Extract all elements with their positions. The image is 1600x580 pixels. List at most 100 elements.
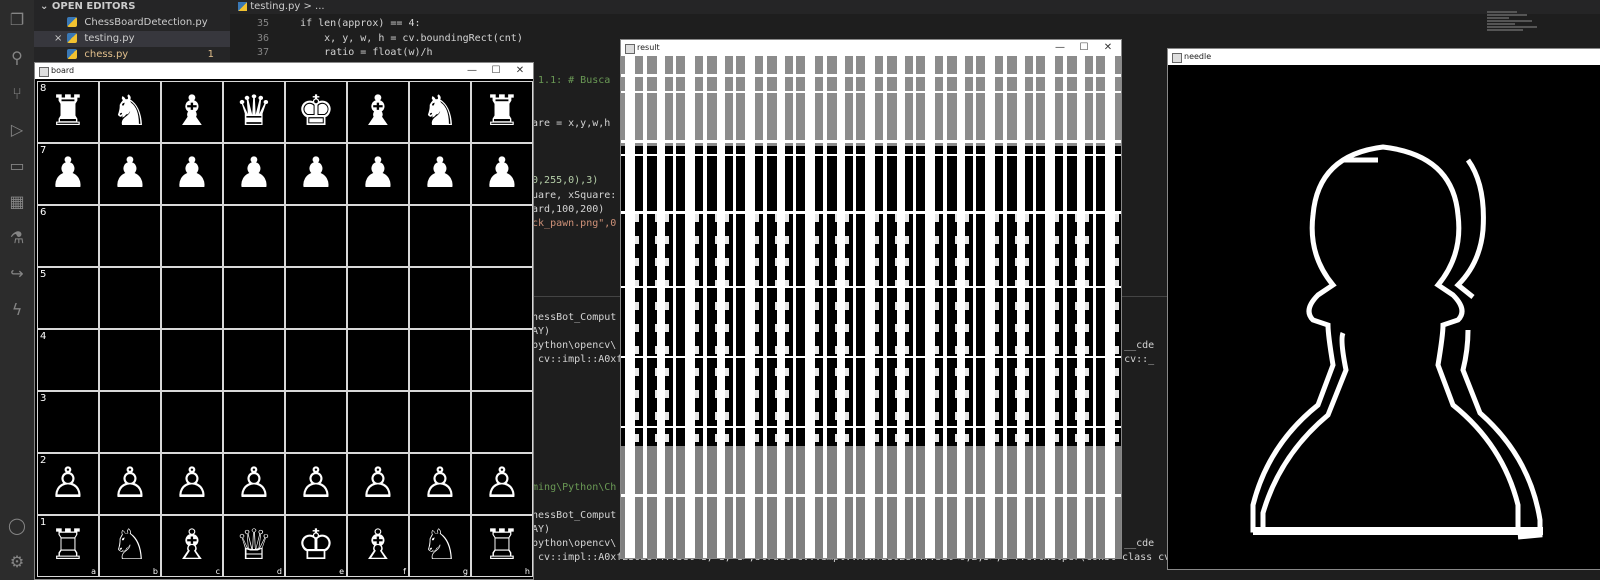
maximize-button[interactable]: ☐ <box>485 63 507 79</box>
chess-piece-icon: ♛ <box>235 86 273 135</box>
run-debug-icon[interactable]: ▷ <box>7 120 27 140</box>
board-square <box>347 267 409 329</box>
open-editor-item[interactable]: ChessBoardDetection.py <box>34 15 230 31</box>
python-file-icon <box>67 17 78 27</box>
window-icon <box>39 67 49 77</box>
chess-piece-icon: ♘ <box>421 520 459 569</box>
pawn-edge-image <box>1250 144 1543 540</box>
board-square: ♟ <box>409 143 471 205</box>
board-square <box>471 391 533 453</box>
chess-piece-icon: ♟ <box>297 148 335 197</box>
rank-label: 6 <box>40 207 47 218</box>
code-line[interactable]: x, y, w, h = cv.boundingRect(cnt) <box>276 33 523 44</box>
open-editors-header[interactable]: ⌄ OPEN EDITORS <box>40 0 135 14</box>
account-icon[interactable]: ◯ <box>7 516 27 536</box>
breadcrumb[interactable]: testing.py > ... <box>238 0 325 14</box>
result-window[interactable]: result — ☐ ✕ <box>620 39 1122 559</box>
terminal-line: t cv::impl::A0xf <box>526 354 623 365</box>
activity-bar: ❐ ⚲ ⑂ ▷ ▭ ▦ ⚗ ↪ ϟ ◯ ⚙ <box>0 0 34 580</box>
chess-piece-icon: ♟ <box>359 148 397 197</box>
board-square: d ♕ <box>223 515 285 577</box>
board-square: ♙ <box>161 453 223 515</box>
python-file-icon <box>67 49 78 59</box>
code-line[interactable]: ratio = float(w)/h <box>276 47 432 58</box>
chess-piece-icon: ♙ <box>421 458 459 507</box>
board-square <box>409 391 471 453</box>
board-square: ♟ <box>471 143 533 205</box>
testing-icon[interactable]: ⚗ <box>7 228 27 248</box>
close-icon[interactable]: × <box>54 31 64 47</box>
search-icon[interactable]: ⚲ <box>7 48 27 68</box>
code-fragment: uare = x,y,w,h <box>526 118 611 129</box>
explorer-icon[interactable]: ❐ <box>7 10 27 30</box>
breadcrumb-bar: testing.py > ... <box>230 0 1600 14</box>
chess-piece-icon: ♟ <box>49 148 87 197</box>
live-share-icon[interactable]: ↪ <box>7 264 27 284</box>
board-window[interactable]: board — ☐ ✕ 8 ♜ ♞ ♝ ♛ ♚ ♝ ♞ ♜ 7 ♟ ♟ ♟ ♟ ♟ ♟ ♟ ♟ 6 5 4 3 2 ♙ ♙ ♙ ♙ ♙… <box>34 62 534 580</box>
chess-piece-icon: ♜ <box>483 86 521 135</box>
window-titlebar[interactable]: result — ☐ ✕ <box>621 40 1121 56</box>
window-icon <box>625 44 635 54</box>
source-control-icon[interactable]: ⑂ <box>7 84 27 104</box>
rank-label: 3 <box>40 393 47 404</box>
board-square: ♛ <box>223 81 285 143</box>
board-square: h ♖ <box>471 515 533 577</box>
board-square: c ♗ <box>161 515 223 577</box>
remote-explorer-icon[interactable]: ▭ <box>7 156 27 176</box>
board-square <box>223 205 285 267</box>
board-square <box>223 329 285 391</box>
chess-piece-icon: ♟ <box>483 148 521 197</box>
board-square <box>285 205 347 267</box>
board-square <box>161 391 223 453</box>
minimap[interactable] <box>1487 10 1547 50</box>
board-square <box>285 329 347 391</box>
chess-piece-icon: ♝ <box>359 86 397 135</box>
board-square <box>285 391 347 453</box>
terminal-line: ChessBot_Comput <box>526 510 617 521</box>
code-line[interactable]: if len(approx) == 4: <box>276 18 420 29</box>
chess-piece-icon: ♙ <box>235 458 273 507</box>
lightning-icon[interactable]: ϟ <box>7 300 27 320</box>
chess-piece-icon: ♚ <box>297 86 335 135</box>
board-square <box>285 267 347 329</box>
window-titlebar[interactable]: needle <box>1168 49 1600 65</box>
needle-window[interactable]: needle <box>1167 48 1600 570</box>
rank-label: 4 <box>40 331 47 342</box>
code-fragment: quare, xSquare: <box>526 190 617 201</box>
settings-gear-icon[interactable]: ⚙ <box>7 552 27 572</box>
terminal-line: -python\opencv\ <box>526 538 617 549</box>
window-title: needle <box>1184 52 1212 61</box>
board-square <box>161 267 223 329</box>
board-square: 1 a ♖ <box>37 515 99 577</box>
board-square <box>99 391 161 453</box>
board-square <box>347 329 409 391</box>
board-square <box>471 329 533 391</box>
chess-piece-icon: ♖ <box>49 520 87 569</box>
board-square: b ♘ <box>99 515 161 577</box>
window-title: result <box>637 43 660 52</box>
maximize-button[interactable]: ☐ <box>1073 40 1095 56</box>
board-square: g ♘ <box>409 515 471 577</box>
minimize-button[interactable]: — <box>461 63 483 79</box>
chess-piece-icon: ♕ <box>235 520 273 569</box>
window-titlebar[interactable]: board — ☐ ✕ <box>35 63 533 79</box>
board-square: 7 ♟ <box>37 143 99 205</box>
board-square: f ♗ <box>347 515 409 577</box>
board-square: ♟ <box>285 143 347 205</box>
board-square <box>347 205 409 267</box>
close-button[interactable]: ✕ <box>509 63 531 79</box>
close-button[interactable]: ✕ <box>1097 40 1119 56</box>
code-fragment: oard,100,200) <box>526 204 605 215</box>
board-square: e ♔ <box>285 515 347 577</box>
board-square: 8 ♜ <box>37 81 99 143</box>
board-square <box>223 267 285 329</box>
chess-piece-icon: ♙ <box>111 458 149 507</box>
open-editor-item[interactable]: chess.py 1 <box>34 47 230 63</box>
rank-label: 5 <box>40 269 47 280</box>
extensions-icon[interactable]: ▦ <box>7 192 27 212</box>
board-square: ♙ <box>409 453 471 515</box>
chess-piece-icon: ♝ <box>173 86 211 135</box>
minimize-button[interactable]: — <box>1049 40 1071 56</box>
open-editor-item-active[interactable]: × testing.py <box>34 31 230 47</box>
chess-piece-icon: ♙ <box>359 458 397 507</box>
